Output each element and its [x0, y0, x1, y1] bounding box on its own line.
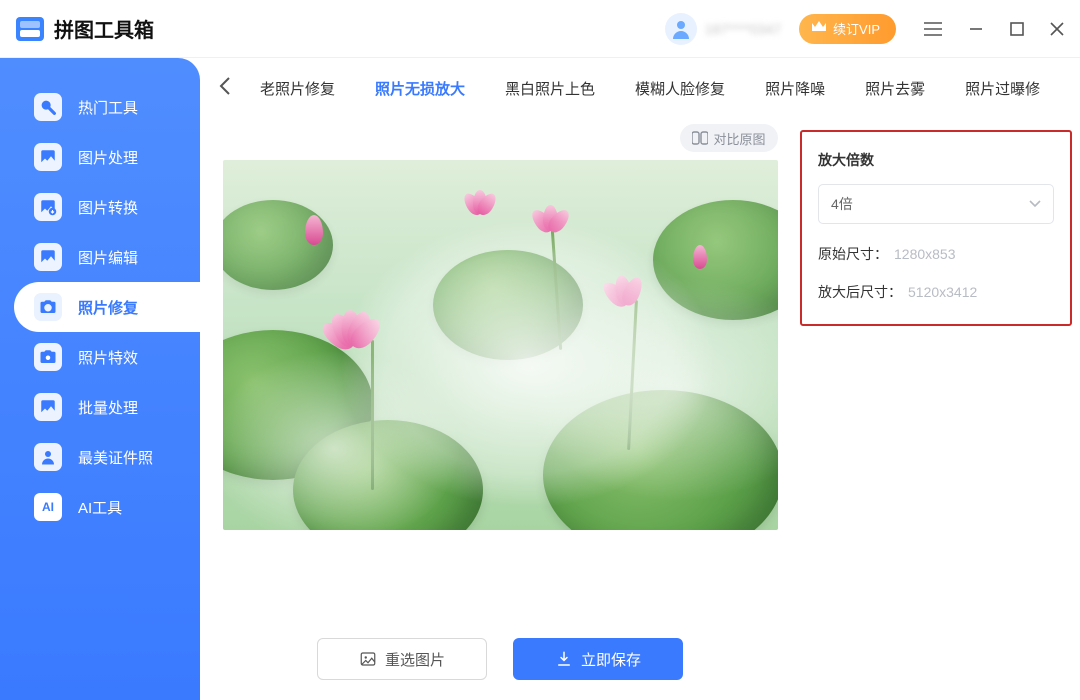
sidebar-item-label: 图片处理: [78, 147, 138, 168]
sidebar-item-label: 照片修复: [78, 297, 138, 318]
reselect-button[interactable]: 重选图片: [317, 638, 487, 680]
sidebar-item-hot-tools[interactable]: 热门工具: [0, 82, 200, 132]
maximize-icon[interactable]: [1010, 22, 1024, 36]
settings-panel: 放大倍数 4倍 原始尺寸： 1280x853 放大后尺寸： 5120x3412: [800, 130, 1072, 700]
close-icon[interactable]: [1050, 22, 1064, 36]
sidebar-item-image-convert[interactable]: 图片转换: [0, 182, 200, 232]
sidebar-item-label: 照片特效: [78, 347, 138, 368]
output-size-value: 5120x3412: [908, 284, 977, 300]
compare-button[interactable]: 对比原图: [680, 124, 777, 152]
minimize-icon[interactable]: [968, 21, 984, 37]
scale-select[interactable]: 4倍: [818, 184, 1054, 224]
sidebar: 热门工具 图片处理 图片转换 图片编辑 照片修复 照片特效 批量处理 最美证件: [0, 58, 200, 700]
crown-icon: [811, 20, 827, 37]
avatar[interactable]: [665, 13, 697, 45]
sidebar-item-label: 图片转换: [78, 197, 138, 218]
sidebar-item-label: AI工具: [78, 497, 122, 518]
chevron-down-icon: [1029, 200, 1041, 208]
id-photo-icon: [34, 443, 62, 471]
main: 老照片修复 照片无损放大 黑白照片上色 模糊人脸修复 照片降噪 照片去雾 照片过…: [200, 58, 1080, 700]
save-label: 立即保存: [581, 649, 641, 670]
preview-area: 对比原图: [200, 118, 800, 700]
effects-icon: [34, 343, 62, 371]
user-icon: [669, 17, 693, 41]
compare-icon: [692, 131, 708, 145]
menu-icon[interactable]: [924, 22, 942, 36]
tab-dehaze[interactable]: 照片去雾: [845, 78, 945, 99]
sidebar-item-label: 图片编辑: [78, 247, 138, 268]
app-logo-icon: [16, 17, 44, 41]
vip-button[interactable]: 续订VIP: [799, 14, 896, 44]
sidebar-item-label: 最美证件照: [78, 447, 153, 468]
window-controls: [924, 21, 1064, 37]
compare-label: 对比原图: [713, 129, 765, 148]
action-buttons: 重选图片 立即保存: [317, 638, 683, 680]
output-size-row: 放大后尺寸： 5120x3412: [818, 282, 1054, 302]
sidebar-item-label: 批量处理: [78, 397, 138, 418]
title-bar: 拼图工具箱 187****0347 续订VIP: [0, 0, 1080, 58]
tab-bar: 老照片修复 照片无损放大 黑白照片上色 模糊人脸修复 照片降噪 照片去雾 照片过…: [200, 58, 1080, 118]
convert-icon: [34, 193, 62, 221]
sidebar-item-image-edit[interactable]: 图片编辑: [0, 232, 200, 282]
image-icon: [34, 143, 62, 171]
sidebar-item-batch[interactable]: 批量处理: [0, 382, 200, 432]
tab-denoise[interactable]: 照片降噪: [745, 78, 845, 99]
tab-lossless-enlarge[interactable]: 照片无损放大: [355, 78, 485, 99]
sidebar-item-image-process[interactable]: 图片处理: [0, 132, 200, 182]
download-icon: [555, 650, 573, 668]
camera-plus-icon: [34, 293, 62, 321]
reselect-label: 重选图片: [385, 649, 445, 670]
tab-face-repair[interactable]: 模糊人脸修复: [615, 78, 745, 99]
wrench-icon: [34, 93, 62, 121]
sidebar-item-photo-effects[interactable]: 照片特效: [0, 332, 200, 382]
sidebar-item-id-photo[interactable]: 最美证件照: [0, 432, 200, 482]
tab-colorize[interactable]: 黑白照片上色: [485, 78, 615, 99]
back-button[interactable]: [210, 77, 240, 100]
scale-value: 4倍: [831, 194, 853, 214]
sidebar-item-photo-repair[interactable]: 照片修复: [14, 282, 200, 332]
preview-image: [223, 160, 778, 530]
edit-icon: [34, 243, 62, 271]
output-size-label: 放大后尺寸：: [818, 284, 902, 300]
tab-old-photo-repair[interactable]: 老照片修复: [240, 78, 355, 99]
original-size-label: 原始尺寸：: [818, 246, 888, 262]
tab-overexposure[interactable]: 照片过曝修: [945, 78, 1060, 99]
vip-label: 续订VIP: [833, 19, 880, 38]
sidebar-item-ai-tools[interactable]: AI AI工具: [0, 482, 200, 532]
app-title: 拼图工具箱: [54, 14, 154, 43]
image-icon: [359, 650, 377, 668]
user-id: 187****0347: [705, 21, 781, 37]
sidebar-item-label: 热门工具: [78, 97, 138, 118]
save-button[interactable]: 立即保存: [513, 638, 683, 680]
original-size-value: 1280x853: [894, 246, 956, 262]
ai-icon: AI: [34, 493, 62, 521]
batch-icon: [34, 393, 62, 421]
original-size-row: 原始尺寸： 1280x853: [818, 244, 1054, 264]
panel-title: 放大倍数: [818, 150, 1054, 170]
